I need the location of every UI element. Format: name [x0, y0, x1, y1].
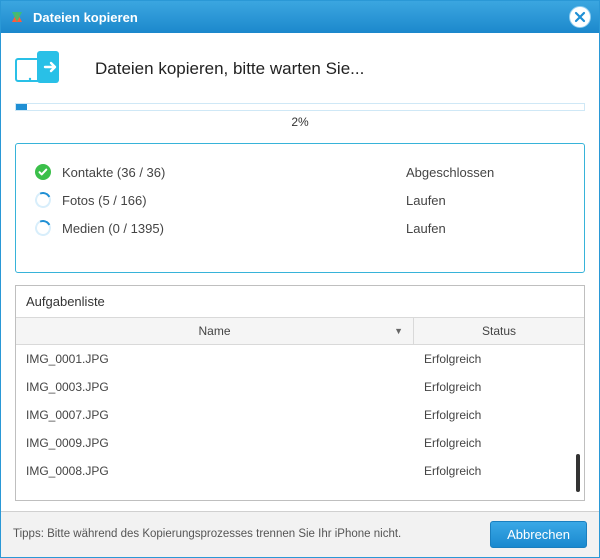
task-name: IMG_0001.JPG: [16, 352, 414, 366]
column-header-status[interactable]: Status: [414, 318, 584, 344]
table-body: IMG_0001.JPGErfolgreichIMG_0003.JPGErfol…: [16, 345, 584, 500]
task-status: Erfolgreich: [414, 408, 584, 422]
category-status: Abgeschlossen: [406, 165, 566, 180]
category-label: Fotos (5 / 166): [62, 193, 406, 208]
category-status: Laufen: [406, 221, 566, 236]
column-header-name-label: Name: [198, 324, 230, 338]
spinner-icon: [34, 191, 52, 209]
task-name: IMG_0009.JPG: [16, 436, 414, 450]
category-row: Kontakte (36 / 36)Abgeschlossen: [34, 158, 566, 186]
table-row[interactable]: IMG_0003.JPGErfolgreich: [16, 373, 584, 401]
cancel-button[interactable]: Abbrechen: [490, 521, 587, 548]
column-header-status-label: Status: [482, 324, 516, 338]
task-status: Erfolgreich: [414, 464, 584, 478]
app-icon: [9, 9, 25, 25]
footer-tips: Tipps: Bitte während des Kopierungsproze…: [13, 527, 490, 543]
dialog-content: Dateien kopieren, bitte warten Sie... 2%…: [1, 33, 599, 501]
close-icon: [574, 11, 586, 23]
task-name: IMG_0008.JPG: [16, 464, 414, 478]
copy-dialog: Dateien kopieren Dateien kopieren, bitte…: [0, 0, 600, 558]
task-name: IMG_0007.JPG: [16, 408, 414, 422]
progress-fill: [16, 104, 27, 110]
table-row[interactable]: IMG_0009.JPGErfolgreich: [16, 429, 584, 457]
task-status: Erfolgreich: [414, 380, 584, 394]
tasklist: Aufgabenliste Name ▼ Status IMG_0001.JPG…: [15, 285, 585, 501]
table-row[interactable]: IMG_0001.JPGErfolgreich: [16, 345, 584, 373]
dialog-title: Dateien kopieren: [33, 10, 569, 25]
category-label: Medien (0 / 1395): [62, 221, 406, 236]
close-button[interactable]: [569, 6, 591, 28]
task-status: Erfolgreich: [414, 352, 584, 366]
progress-label: 2%: [15, 115, 585, 129]
task-name: IMG_0003.JPG: [16, 380, 414, 394]
progress-track: [15, 103, 585, 111]
categories-panel: Kontakte (36 / 36)AbgeschlossenFotos (5 …: [15, 143, 585, 273]
category-label: Kontakte (36 / 36): [62, 165, 406, 180]
transfer-icon: [15, 49, 65, 89]
titlebar: Dateien kopieren: [1, 1, 599, 33]
tasklist-title: Aufgabenliste: [16, 286, 584, 318]
header-row: Dateien kopieren, bitte warten Sie...: [15, 43, 585, 103]
category-row: Medien (0 / 1395)Laufen: [34, 214, 566, 242]
table-row[interactable]: IMG_0007.JPGErfolgreich: [16, 401, 584, 429]
check-circle-icon: [34, 163, 52, 181]
column-header-name[interactable]: Name ▼: [16, 318, 414, 344]
scrollbar-thumb[interactable]: [576, 454, 580, 492]
sort-caret-icon: ▼: [394, 326, 403, 336]
table-row[interactable]: IMG_0008.JPGErfolgreich: [16, 457, 584, 485]
task-status: Erfolgreich: [414, 436, 584, 450]
progress-bar: 2%: [15, 103, 585, 129]
category-row: Fotos (5 / 166)Laufen: [34, 186, 566, 214]
spinner-icon: [34, 219, 52, 237]
category-status: Laufen: [406, 193, 566, 208]
table-header: Name ▼ Status: [16, 318, 584, 345]
header-message: Dateien kopieren, bitte warten Sie...: [95, 59, 364, 79]
footer: Tipps: Bitte während des Kopierungsproze…: [1, 511, 599, 557]
